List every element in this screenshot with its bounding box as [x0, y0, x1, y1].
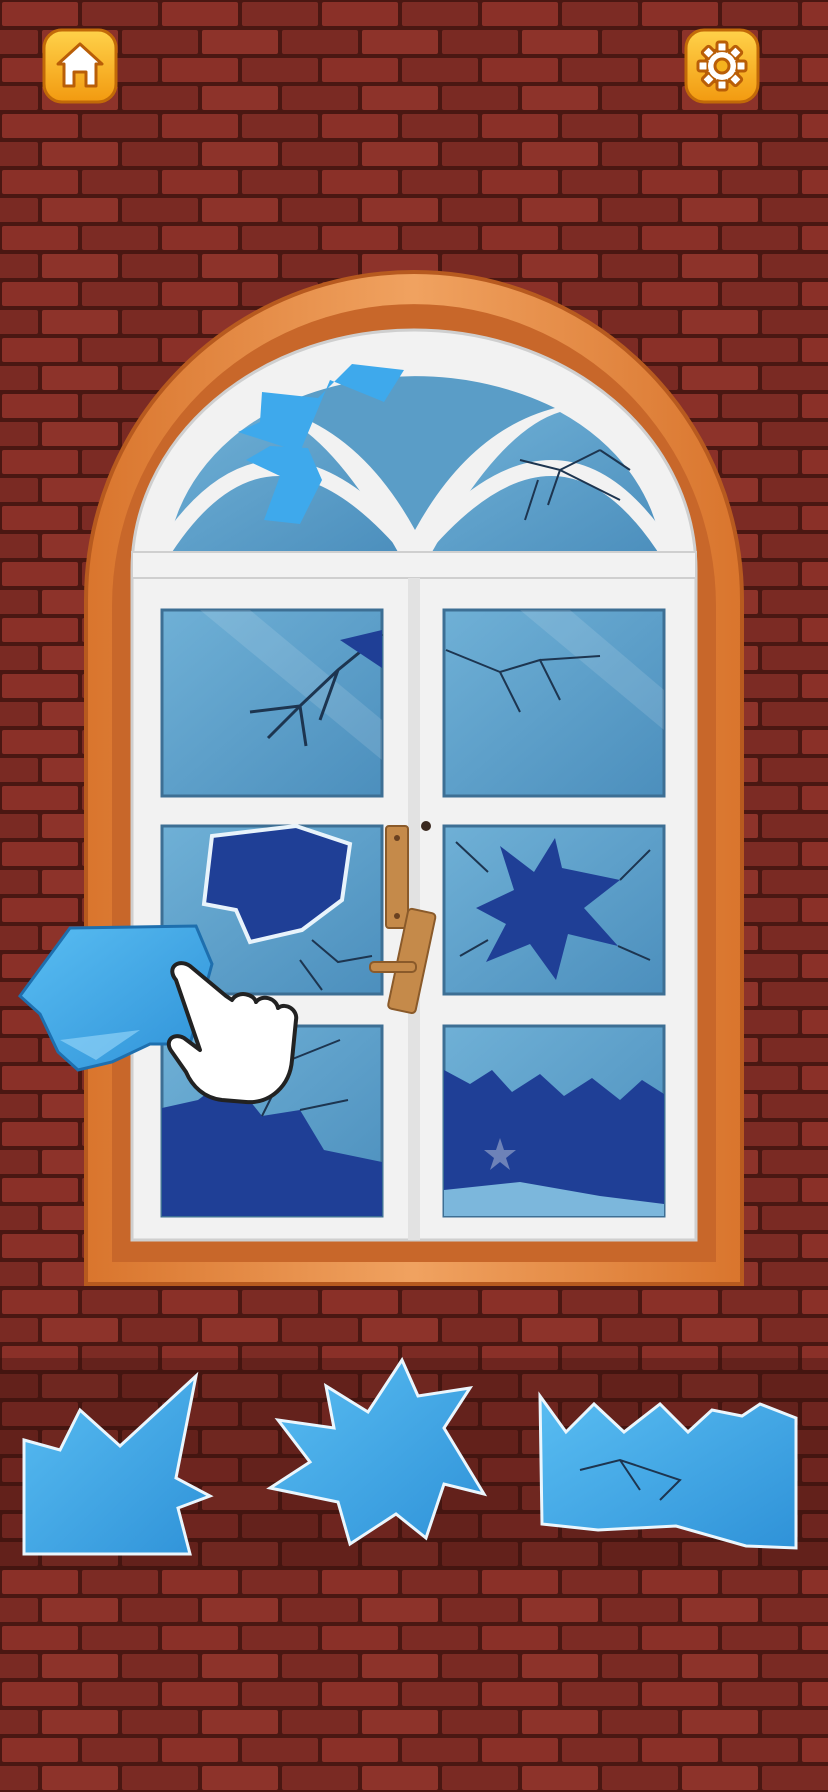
- game-scene: [0, 0, 828, 1792]
- settings-button[interactable]: [684, 28, 760, 104]
- home-button[interactable]: [42, 28, 118, 104]
- window-handle-lever: [369, 961, 417, 973]
- hinge: [385, 825, 409, 929]
- home-icon: [42, 28, 118, 104]
- gear-icon: [684, 28, 760, 104]
- hinge-screw: [394, 913, 400, 919]
- tray-piece-shard-strip[interactable]: [538, 1391, 798, 1550]
- keyhole: [421, 821, 431, 831]
- arch-sill: [131, 551, 697, 579]
- hinge-screw: [394, 835, 400, 841]
- window: [84, 270, 744, 1286]
